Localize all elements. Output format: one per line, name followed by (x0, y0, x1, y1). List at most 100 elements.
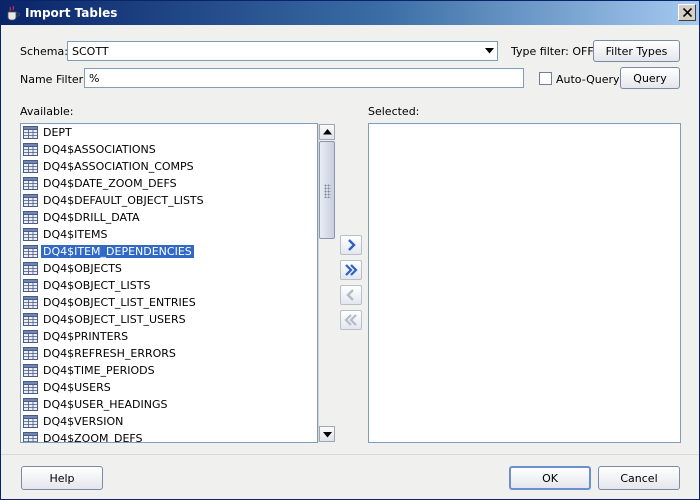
list-item-label: DQ4$USER_HEADINGS (43, 398, 168, 411)
move-all-right-button[interactable] (340, 260, 362, 280)
list-item[interactable]: DQ4$ITEMS (23, 226, 317, 243)
double-chevron-right-icon (345, 264, 358, 276)
selected-tables-list[interactable] (368, 123, 681, 443)
name-filter-input[interactable]: % (84, 68, 524, 88)
ok-button[interactable]: OK (509, 466, 591, 490)
filter-types-label: Filter Types (605, 45, 668, 58)
list-item-label: DQ4$USERS (43, 381, 111, 394)
ok-label: OK (542, 472, 558, 485)
table-icon (23, 296, 38, 309)
list-item-label: DQ4$REFRESH_ERRORS (43, 347, 176, 360)
list-item[interactable]: DQ4$OBJECT_LISTS (23, 277, 317, 294)
import-tables-dialog: Import Tables Schema: SCOTT Type filter:… (0, 0, 700, 500)
table-icon (23, 364, 38, 377)
table-icon (23, 126, 38, 139)
available-tables-list[interactable]: DEPT DQ4$ASSOCIATIONS DQ4$ASSOCIATION_COMP… (20, 123, 318, 443)
list-item[interactable]: DQ4$OBJECTS (23, 260, 317, 277)
chevron-right-icon (348, 239, 356, 251)
table-icon (23, 330, 38, 343)
list-item[interactable]: DQ4$USER_HEADINGS (23, 396, 317, 413)
chevron-left-icon (346, 289, 354, 301)
close-button[interactable] (678, 4, 696, 21)
list-item-label: DQ4$OBJECT_LISTS (43, 279, 151, 292)
table-icon (23, 313, 38, 326)
schema-combobox[interactable]: SCOTT (67, 41, 498, 61)
list-item[interactable]: DQ4$DRILL_DATA (23, 209, 317, 226)
list-item[interactable]: DEPT (23, 124, 317, 141)
list-item-label: DQ4$OBJECT_LIST_ENTRIES (43, 296, 196, 309)
move-right-button[interactable] (340, 235, 362, 255)
arrow-up-icon (323, 129, 332, 135)
selected-label: Selected: (368, 105, 420, 118)
table-icon (23, 262, 38, 275)
available-scrollbar[interactable] (318, 124, 335, 442)
list-item-label: DQ4$ASSOCIATIONS (43, 143, 156, 156)
list-item[interactable]: DQ4$DATE_ZOOM_DEFS (23, 175, 317, 192)
available-label: Available: (20, 105, 74, 118)
list-item[interactable]: DQ4$DEFAULT_OBJECT_LISTS (23, 192, 317, 209)
table-icon (23, 228, 38, 241)
scroll-up-button[interactable] (319, 124, 335, 140)
list-item[interactable]: DQ4$ZOOM_DEFS (23, 430, 317, 443)
filter-types-button[interactable]: Filter Types (593, 40, 680, 62)
scroll-thumb[interactable] (319, 141, 335, 239)
list-item-label: DQ4$DATE_ZOOM_DEFS (43, 177, 177, 190)
move-all-left-button[interactable] (340, 310, 362, 330)
table-icon (23, 398, 38, 411)
cancel-button[interactable]: Cancel (598, 466, 680, 490)
table-icon (23, 381, 38, 394)
list-item[interactable]: DQ4$OBJECT_LIST_ENTRIES (23, 294, 317, 311)
table-icon (23, 347, 38, 360)
list-item[interactable]: DQ4$ITEM_DEPENDENCIES (23, 243, 317, 260)
list-item-label: DQ4$ZOOM_DEFS (43, 432, 143, 443)
list-item-label: DQ4$ITEM_DEPENDENCIES (41, 245, 194, 258)
list-item[interactable]: DQ4$OBJECT_LIST_USERS (23, 311, 317, 328)
table-icon (23, 160, 38, 173)
list-item[interactable]: DQ4$PRINTERS (23, 328, 317, 345)
table-icon (23, 245, 38, 258)
list-item-label: DQ4$ASSOCIATION_COMPS (43, 160, 194, 173)
scroll-down-button[interactable] (319, 426, 335, 442)
double-chevron-left-icon (344, 314, 357, 326)
list-item-label: DQ4$OBJECT_LIST_USERS (43, 313, 186, 326)
name-filter-label: Name Filter: (20, 73, 87, 86)
bottom-separator (1, 454, 699, 455)
chevron-down-icon (485, 48, 494, 54)
table-icon (23, 194, 38, 207)
list-item-label: DEPT (43, 126, 72, 139)
arrow-down-icon (323, 432, 332, 438)
schema-value: SCOTT (72, 45, 109, 58)
app-cup-icon (7, 5, 20, 21)
table-icon (23, 143, 38, 156)
table-icon (23, 415, 38, 428)
table-icon (23, 177, 38, 190)
close-icon (683, 8, 692, 17)
list-item-label: DQ4$OBJECTS (43, 262, 122, 275)
query-label: Query (633, 72, 667, 85)
list-item[interactable]: DQ4$ASSOCIATIONS (23, 141, 317, 158)
schema-label: Schema: (20, 45, 68, 58)
window-title: Import Tables (25, 6, 118, 20)
help-label: Help (49, 472, 75, 485)
auto-query-checkbox[interactable] (539, 72, 552, 85)
list-item-label: DQ4$TIME_PERIODS (43, 364, 155, 377)
table-icon (23, 279, 38, 292)
list-item[interactable]: DQ4$TIME_PERIODS (23, 362, 317, 379)
list-item[interactable]: DQ4$USERS (23, 379, 317, 396)
cancel-label: Cancel (620, 472, 658, 485)
move-left-button[interactable] (340, 285, 362, 305)
help-button[interactable]: Help (21, 466, 103, 490)
type-filter-status: Type filter: OFF (511, 45, 594, 58)
list-item-label: DQ4$DRILL_DATA (43, 211, 140, 224)
list-item[interactable]: DQ4$VERSION (23, 413, 317, 430)
list-item-label: DQ4$VERSION (43, 415, 124, 428)
table-icon (23, 432, 38, 442)
query-button[interactable]: Query (620, 67, 680, 89)
title-bar[interactable]: Import Tables (1, 1, 699, 25)
list-item[interactable]: DQ4$REFRESH_ERRORS (23, 345, 317, 362)
list-item-label: DQ4$ITEMS (43, 228, 108, 241)
table-icon (23, 211, 38, 224)
list-item[interactable]: DQ4$ASSOCIATION_COMPS (23, 158, 317, 175)
grip-icon (324, 184, 331, 198)
list-item-label: DQ4$PRINTERS (43, 330, 129, 343)
